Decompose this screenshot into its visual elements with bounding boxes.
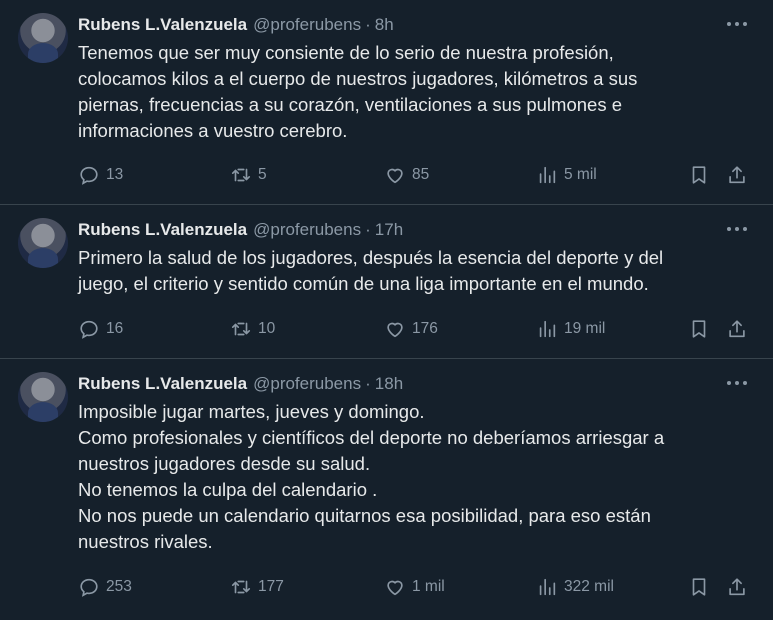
views-button[interactable]: 19 mil <box>536 316 605 342</box>
bookmark-icon <box>692 320 706 338</box>
analytics-icon <box>539 166 556 184</box>
author-name[interactable]: Rubens L.Valenzuela <box>78 220 247 240</box>
analytics-icon <box>539 320 556 338</box>
more-options-icon[interactable] <box>727 16 747 32</box>
retweet-icon <box>231 322 251 336</box>
tweet-text-line: No nos puede un calendario quitarnos esa… <box>78 505 651 526</box>
bookmark-icon <box>692 578 706 596</box>
timestamp[interactable]: 8h <box>375 15 394 35</box>
tweet[interactable]: Rubens L.Valenzuela @proferubens · 17h P… <box>0 205 773 359</box>
analytics-icon <box>539 578 556 596</box>
reply-icon <box>80 578 98 597</box>
tweet-text-line: Como profesionales y científicos del dep… <box>78 427 665 448</box>
retweet-button[interactable]: 177 <box>230 574 284 600</box>
bookmark-icon <box>692 166 706 184</box>
reply-count: 16 <box>106 320 124 337</box>
share-button[interactable] <box>726 162 748 188</box>
reply-count: 13 <box>106 166 124 183</box>
views-button[interactable]: 5 mil <box>536 162 597 188</box>
author-handle[interactable]: @proferubens <box>253 220 361 240</box>
like-button[interactable]: 1 mil <box>384 574 445 600</box>
more-options-icon[interactable] <box>727 221 747 237</box>
tweet-text-line: No tenemos la culpa del calendario . <box>78 479 378 500</box>
like-button[interactable]: 85 <box>384 162 429 188</box>
like-count: 176 <box>412 320 438 337</box>
tweet-header: Rubens L.Valenzuela @proferubens · 18h <box>78 373 403 395</box>
avatar[interactable] <box>18 372 68 422</box>
tweet-text-line: Imposible jugar martes, jueves y domingo… <box>78 401 425 422</box>
share-icon <box>729 166 745 184</box>
like-button[interactable]: 176 <box>384 316 438 342</box>
tweet-text-line: nuestros jugadores desde su salud. <box>78 453 371 474</box>
share-icon <box>729 578 745 596</box>
reply-icon <box>80 166 98 185</box>
separator: · <box>365 220 371 239</box>
action-bar: 253 177 1 mil 322 mil <box>78 574 753 600</box>
tweet-text: Primero la salud de los jugadores, despu… <box>78 245 748 297</box>
author-handle[interactable]: @proferubens <box>253 374 361 394</box>
retweet-count: 177 <box>258 578 284 595</box>
bookmark-button[interactable] <box>688 162 710 188</box>
retweet-count: 5 <box>258 166 267 183</box>
retweet-button[interactable]: 10 <box>230 316 275 342</box>
separator: · <box>365 15 371 34</box>
timestamp[interactable]: 17h <box>375 220 403 240</box>
tweet-header: Rubens L.Valenzuela @proferubens · 8h <box>78 14 394 36</box>
reply-icon <box>80 320 98 339</box>
tweet-text-line: colocamos kilos a el cuerpo de nuestros … <box>78 68 638 89</box>
reply-count: 253 <box>106 578 132 595</box>
heart-icon <box>387 168 403 184</box>
action-bar: 16 10 176 19 mil <box>78 316 753 342</box>
tweet-text: Tenemos que ser muy consiente de lo seri… <box>78 40 748 144</box>
author-name[interactable]: Rubens L.Valenzuela <box>78 15 247 35</box>
views-count: 322 mil <box>564 578 614 595</box>
reply-button[interactable]: 253 <box>78 574 132 600</box>
retweet-icon <box>231 168 251 182</box>
reply-button[interactable]: 13 <box>78 162 123 188</box>
share-icon <box>729 320 745 338</box>
retweet-count: 10 <box>258 320 276 337</box>
retweet-button[interactable]: 5 <box>230 162 267 188</box>
heart-icon <box>387 580 403 596</box>
views-count: 5 mil <box>564 166 597 183</box>
separator: · <box>365 374 371 393</box>
like-count: 85 <box>412 166 430 183</box>
retweet-icon <box>231 580 251 594</box>
tweet-text-line: Tenemos que ser muy consiente de lo seri… <box>78 42 614 63</box>
more-options-icon[interactable] <box>727 375 747 391</box>
share-button[interactable] <box>726 574 748 600</box>
like-count: 1 mil <box>412 578 445 595</box>
tweet[interactable]: Rubens L.Valenzuela @proferubens · 8h Te… <box>0 0 773 205</box>
tweet-text-line: informaciones a vuestro cerebro. <box>78 120 348 141</box>
avatar[interactable] <box>18 13 68 63</box>
reply-button[interactable]: 16 <box>78 316 123 342</box>
share-button[interactable] <box>726 316 748 342</box>
tweet-text-line: nuestros rivales. <box>78 531 213 552</box>
tweet-text-line: juego, el criterio y sentido común de un… <box>78 273 649 294</box>
tweet[interactable]: Rubens L.Valenzuela @proferubens · 18h I… <box>0 359 773 620</box>
tweet-header: Rubens L.Valenzuela @proferubens · 17h <box>78 219 403 241</box>
author-handle[interactable]: @proferubens <box>253 15 361 35</box>
views-button[interactable]: 322 mil <box>536 574 614 600</box>
views-count: 19 mil <box>564 320 606 337</box>
tweet-text-line: piernas, frecuencias a su corazón, venti… <box>78 94 622 115</box>
avatar[interactable] <box>18 218 68 268</box>
bookmark-button[interactable] <box>688 574 710 600</box>
timestamp[interactable]: 18h <box>375 374 403 394</box>
heart-icon <box>387 322 403 338</box>
tweet-text-line: Primero la salud de los jugadores, despu… <box>78 247 664 268</box>
tweet-text: Imposible jugar martes, jueves y domingo… <box>78 399 748 555</box>
author-name[interactable]: Rubens L.Valenzuela <box>78 374 247 394</box>
bookmark-button[interactable] <box>688 316 710 342</box>
action-bar: 13 5 85 5 mil <box>78 162 753 188</box>
